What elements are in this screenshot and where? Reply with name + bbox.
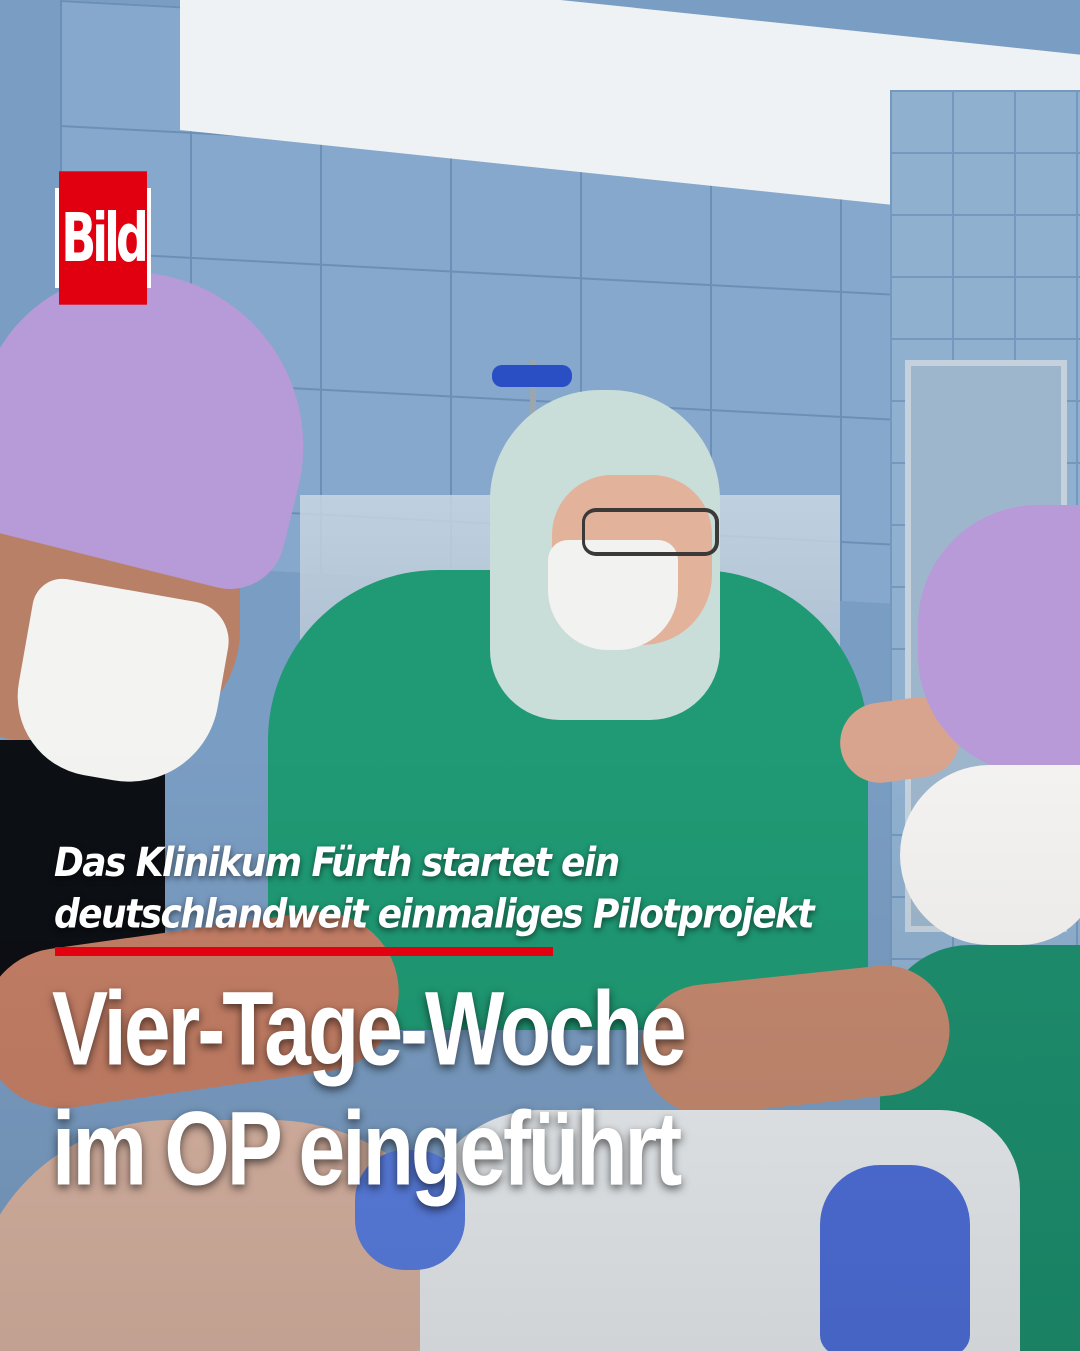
headline-line: im OP eingeführt [52, 1089, 682, 1207]
post-image: Bild Das Klinikum Fürth startet ein deut… [0, 0, 1080, 1351]
headline: Vier-Tage-Woche im OP eingeführt [52, 968, 687, 1208]
kicker-line: deutschlandweit einmaliges Pilotprojekt [54, 891, 815, 938]
kicker-line: Das Klinikum Fürth startet ein [54, 840, 620, 887]
kicker: Das Klinikum Fürth startet ein deutschla… [54, 838, 815, 941]
bild-logo-text: Bild [59, 171, 149, 305]
bild-logo: Bild [55, 171, 151, 305]
headline-divider [55, 947, 553, 956]
headline-line: Vier-Tage-Woche [52, 969, 687, 1087]
